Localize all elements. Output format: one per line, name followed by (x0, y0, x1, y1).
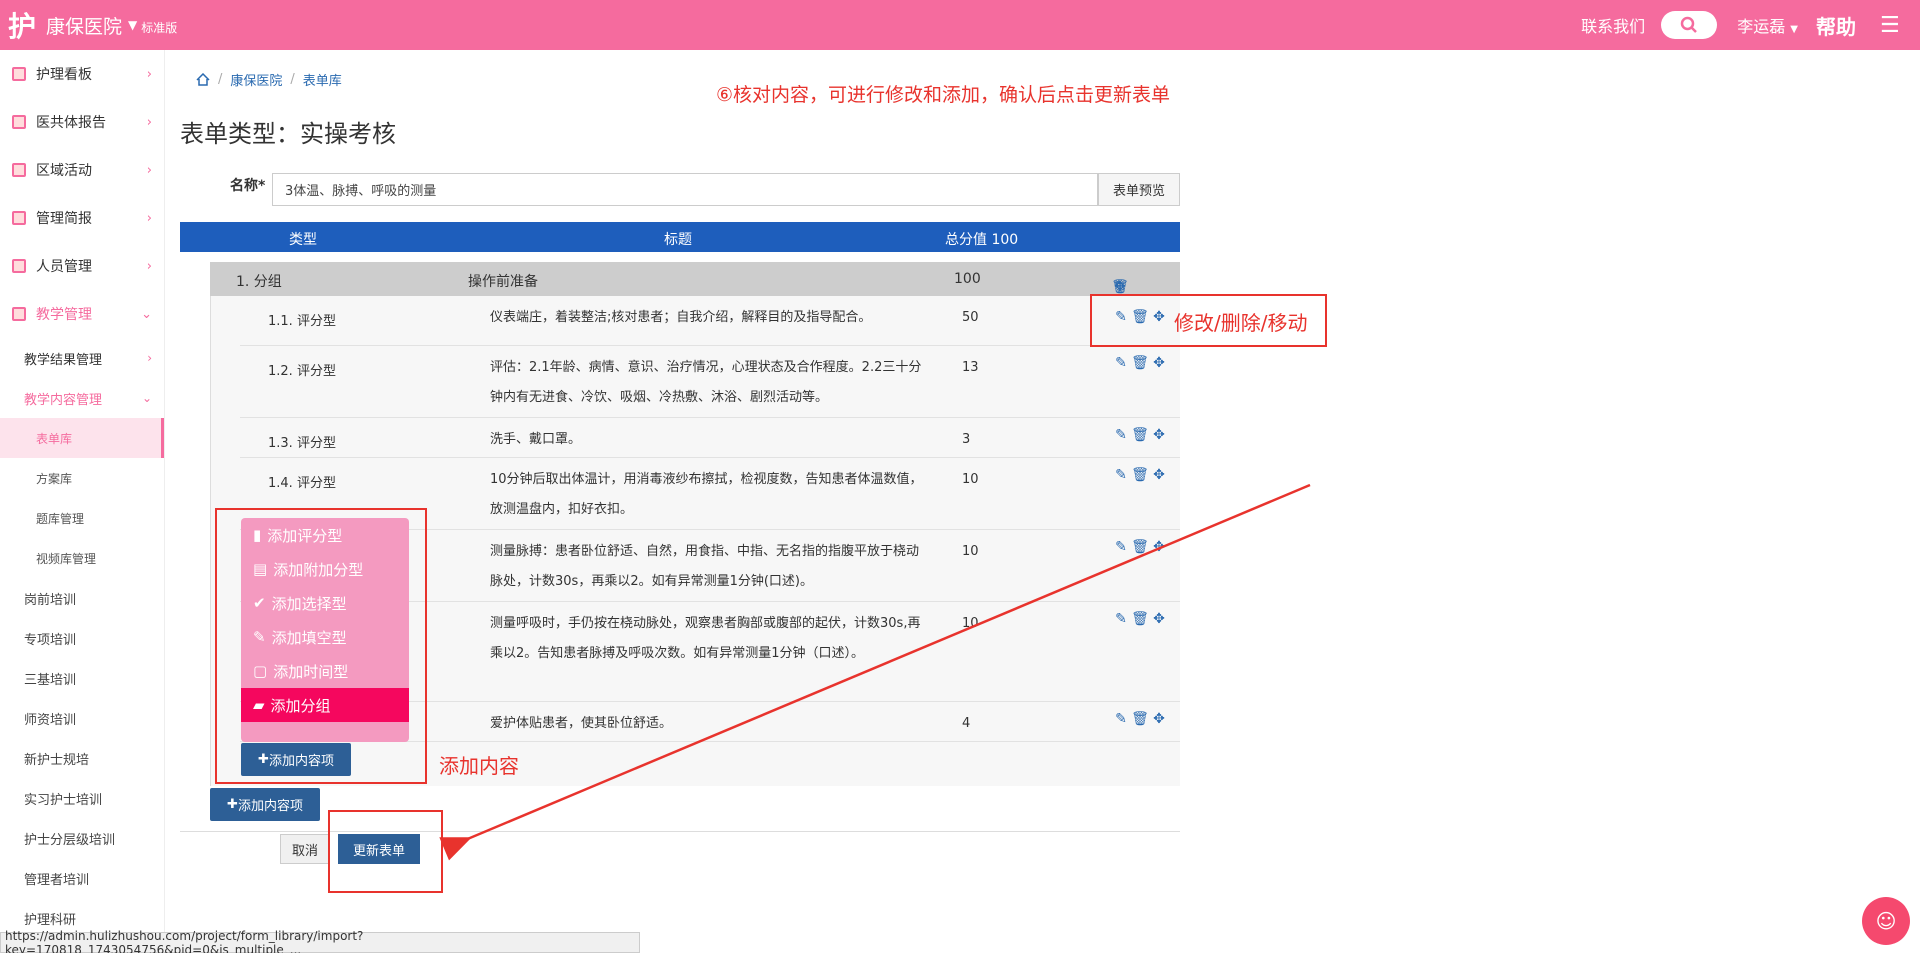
status-bar-url: https://admin.hulizhushou.com/project/fo… (0, 929, 640, 953)
annotation-arrow (439, 483, 1311, 861)
chat-icon[interactable]: ☺ (1862, 897, 1910, 945)
